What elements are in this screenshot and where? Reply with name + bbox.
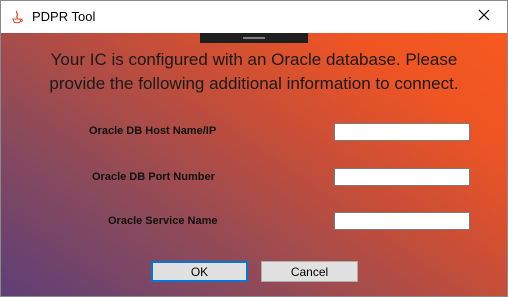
service-name-input[interactable] (334, 212, 470, 230)
grip-icon (243, 37, 265, 39)
top-drag-handle[interactable] (200, 33, 308, 43)
dialog-content: Your IC is configured with an Oracle dat… (1, 33, 507, 296)
java-cup-icon (10, 10, 24, 24)
host-label: Oracle DB Host Name/IP (89, 125, 217, 137)
window-title: PDPR Tool (32, 9, 96, 24)
close-icon (478, 8, 490, 26)
info-message-line-1: Your IC is configured with an Oracle dat… (50, 50, 458, 69)
dialog-window: PDPR Tool Your IC is configured with an … (0, 0, 508, 297)
info-message-line-2: provide the following additional informa… (49, 74, 459, 93)
info-message: Your IC is configured with an Oracle dat… (1, 48, 507, 96)
title-bar[interactable]: PDPR Tool (1, 1, 507, 33)
port-input[interactable] (334, 168, 470, 186)
cancel-button[interactable]: Cancel (261, 261, 358, 282)
host-input[interactable] (334, 123, 470, 141)
close-button[interactable] (461, 1, 507, 33)
service-name-label: Oracle Service Name (108, 215, 218, 227)
ok-button[interactable]: OK (151, 261, 248, 282)
port-label: Oracle DB Port Number (92, 171, 215, 183)
